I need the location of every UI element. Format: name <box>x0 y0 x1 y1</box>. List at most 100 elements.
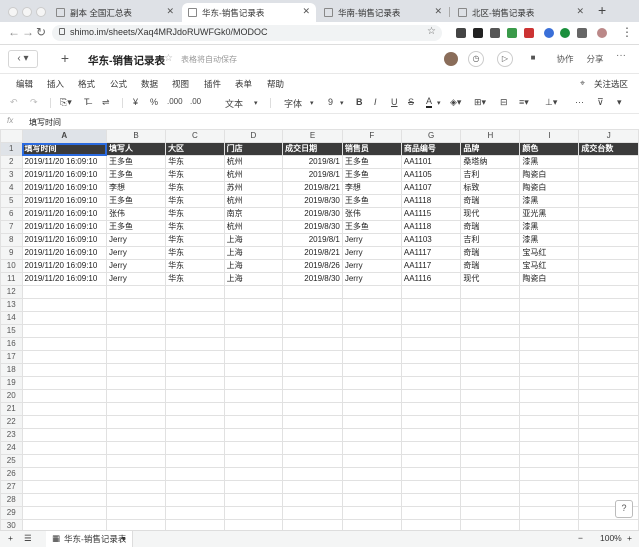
cell[interactable] <box>519 415 580 429</box>
cell[interactable]: 华东 <box>165 246 225 260</box>
chevron-down-icon[interactable]: ▾ <box>310 99 314 107</box>
font-color-button[interactable]: A <box>426 97 433 108</box>
browser-tab[interactable]: 副本 全国汇总表 ✕ <box>50 3 180 22</box>
cell[interactable] <box>223 311 284 325</box>
reload-icon[interactable]: ↻ <box>36 25 46 39</box>
cell[interactable] <box>460 298 521 312</box>
cell[interactable] <box>400 402 462 416</box>
star-icon[interactable]: ☆ <box>164 53 173 64</box>
header-cell[interactable]: 填写时间 <box>21 142 108 156</box>
cell[interactable] <box>400 350 462 364</box>
cell[interactable]: 华东 <box>165 207 225 221</box>
column-header[interactable]: H <box>460 129 521 143</box>
cell[interactable]: 2019/8/21 <box>282 246 343 260</box>
cell[interactable] <box>400 311 462 325</box>
help-button[interactable]: ? <box>615 500 633 518</box>
cell[interactable]: 张伟 <box>341 207 402 221</box>
cell[interactable]: 华东 <box>165 220 225 234</box>
cell[interactable] <box>282 506 343 520</box>
cell[interactable]: AA1103 <box>400 233 462 247</box>
cell[interactable] <box>223 480 284 494</box>
cell[interactable] <box>282 454 343 468</box>
bookmark-star-icon[interactable]: ☆ <box>427 26 436 37</box>
cell[interactable] <box>21 441 108 455</box>
cell[interactable] <box>223 363 284 377</box>
cell[interactable]: Jerry <box>106 259 167 273</box>
cell[interactable] <box>400 519 462 530</box>
add-sheet-icon[interactable]: + <box>8 533 13 543</box>
cell[interactable] <box>282 285 343 299</box>
cell[interactable] <box>460 415 521 429</box>
cell[interactable] <box>341 402 402 416</box>
cell[interactable] <box>106 402 167 416</box>
cell[interactable] <box>519 311 580 325</box>
chevron-down-icon[interactable]: ▾ <box>254 99 258 107</box>
cell[interactable] <box>165 415 225 429</box>
cell[interactable] <box>341 519 402 530</box>
cell[interactable]: AA1117 <box>400 259 462 273</box>
cell[interactable]: 奇瑞 <box>460 246 521 260</box>
cell[interactable]: 杭州 <box>223 220 284 234</box>
cell[interactable]: 陶瓷白 <box>519 181 580 195</box>
cell[interactable] <box>578 480 639 494</box>
cell[interactable] <box>578 194 639 208</box>
cell[interactable] <box>106 480 167 494</box>
cell[interactable] <box>460 350 521 364</box>
row-number[interactable]: 26 <box>0 467 23 481</box>
cell[interactable] <box>460 454 521 468</box>
align-left-icon[interactable]: ≡▾ <box>519 97 529 108</box>
cell[interactable]: 2019/8/30 <box>282 272 343 286</box>
extension-icon[interactable] <box>560 28 570 38</box>
text-wrap-icon[interactable]: ⇌ <box>102 97 110 108</box>
row-number[interactable]: 20 <box>0 389 23 403</box>
cell[interactable]: Jerry <box>341 246 402 260</box>
header-cell[interactable]: 品牌 <box>460 142 521 156</box>
cell[interactable] <box>578 233 639 247</box>
header-cell[interactable]: 商品编号 <box>400 142 462 156</box>
cell[interactable] <box>460 519 521 530</box>
cell[interactable] <box>519 324 580 338</box>
video-icon[interactable]: ■ <box>525 51 541 67</box>
extension-icon[interactable] <box>524 28 534 38</box>
cell[interactable] <box>282 337 343 351</box>
cell[interactable]: AA1118 <box>400 194 462 208</box>
cell[interactable] <box>519 402 580 416</box>
header-cell[interactable]: 填写人 <box>106 142 167 156</box>
cell[interactable] <box>578 376 639 390</box>
chevron-down-icon[interactable]: ▾ <box>437 99 441 107</box>
cell[interactable] <box>165 467 225 481</box>
cell[interactable] <box>578 350 639 364</box>
cell[interactable]: AA1115 <box>400 207 462 221</box>
bold-button[interactable]: B <box>356 97 363 107</box>
cell[interactable]: 2019/8/1 <box>282 168 343 182</box>
cell[interactable] <box>223 324 284 338</box>
cell[interactable] <box>165 493 225 507</box>
cell[interactable] <box>223 298 284 312</box>
close-window-dot[interactable] <box>8 7 18 17</box>
cell[interactable]: Jerry <box>341 272 402 286</box>
cell[interactable] <box>400 376 462 390</box>
cell[interactable] <box>578 454 639 468</box>
zoom-out-button[interactable]: − <box>578 533 583 543</box>
column-header[interactable]: J <box>578 129 639 143</box>
cell[interactable]: 桑塔纳 <box>460 155 521 169</box>
font-size-select[interactable]: 9 <box>328 97 333 107</box>
menu-help[interactable]: 帮助 <box>267 78 284 90</box>
forward-arrow-icon[interactable]: → <box>22 25 34 39</box>
cell[interactable] <box>106 324 167 338</box>
cell[interactable] <box>400 415 462 429</box>
cell[interactable]: 2019/11/20 16:09:10 <box>21 272 108 286</box>
header-cell[interactable]: 成交台数 <box>578 142 639 156</box>
cell[interactable] <box>106 493 167 507</box>
cell[interactable]: 华东 <box>165 194 225 208</box>
cell[interactable] <box>578 311 639 325</box>
close-icon[interactable]: ✕ <box>166 6 174 17</box>
cell[interactable]: 王多鱼 <box>341 220 402 234</box>
cell[interactable] <box>460 337 521 351</box>
cell[interactable]: 2019/8/30 <box>282 194 343 208</box>
cell[interactable]: 杭州 <box>223 194 284 208</box>
browser-tab[interactable]: 华南-销售记录表 ✕ <box>318 3 448 22</box>
cell[interactable]: 漆黑 <box>519 220 580 234</box>
cell[interactable] <box>106 428 167 442</box>
cell[interactable] <box>165 428 225 442</box>
